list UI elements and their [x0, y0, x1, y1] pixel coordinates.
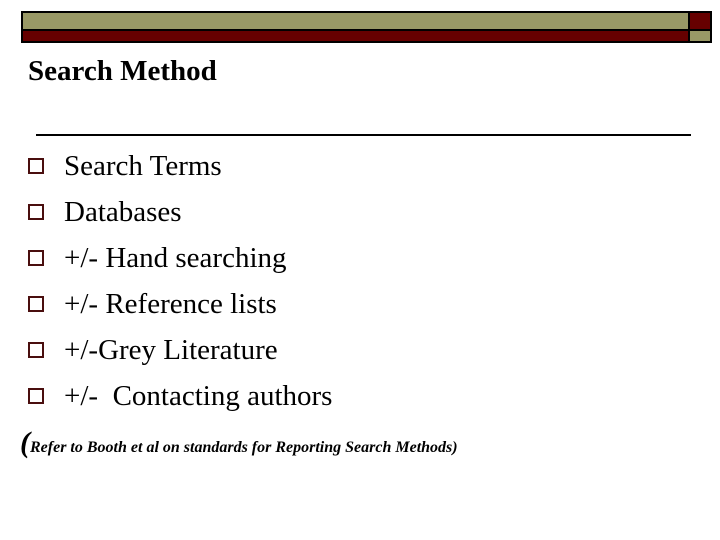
- hollow-square-bullet-icon: [28, 250, 44, 266]
- bullet-text: +/-Grey Literature: [64, 334, 278, 366]
- header-corner-red: [690, 13, 710, 29]
- hollow-square-bullet-icon: [28, 342, 44, 358]
- bullet-text: Databases: [64, 196, 182, 228]
- bullet-text: Search Terms: [64, 150, 222, 182]
- bullet-item: Databases: [0, 192, 700, 238]
- bullet-text: +/- Hand searching: [64, 242, 287, 274]
- bullet-list: Search Terms Databases +/- Hand searchin…: [0, 146, 700, 422]
- bullet-item: +/-Grey Literature: [0, 330, 700, 376]
- note-text: Refer to Booth et al on standards for Re…: [30, 439, 458, 456]
- bullet-text: +/- Reference lists: [64, 288, 277, 320]
- title-divider: [36, 134, 691, 136]
- slide-title: Search Method: [28, 55, 217, 87]
- bullet-item: +/- Reference lists: [0, 284, 700, 330]
- hollow-square-bullet-icon: [28, 204, 44, 220]
- hollow-square-bullet-icon: [28, 158, 44, 174]
- bullet-item: Search Terms: [0, 146, 700, 192]
- slide-header-bar: [21, 11, 712, 43]
- header-band-red: [23, 31, 688, 41]
- bullet-item: +/- Hand searching: [0, 238, 700, 284]
- bullet-text: +/- Contacting authors: [64, 380, 333, 412]
- hollow-square-bullet-icon: [28, 296, 44, 312]
- bullet-item: +/- Contacting authors: [0, 376, 700, 422]
- reference-note: (Refer to Booth et al on standards for R…: [20, 426, 458, 465]
- note-open-paren: (: [20, 426, 30, 459]
- header-band-olive: [23, 13, 688, 29]
- header-corner-olive: [690, 31, 710, 41]
- hollow-square-bullet-icon: [28, 388, 44, 404]
